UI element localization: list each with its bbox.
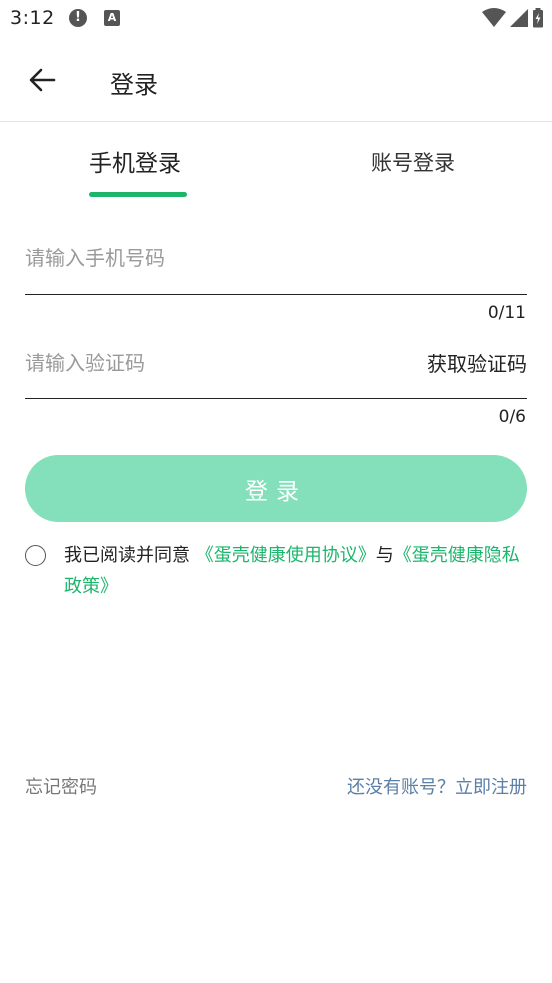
code-field: 获取验证码 <box>25 345 527 399</box>
status-icons <box>482 7 544 29</box>
battery-icon <box>533 8 543 28</box>
status-bar: 3:12 ! A <box>0 0 552 38</box>
wifi-icon <box>482 8 506 27</box>
phone-char-counter: 0/11 <box>487 303 526 323</box>
signal-icon <box>510 9 528 27</box>
phone-field <box>25 240 527 295</box>
back-button[interactable] <box>24 62 60 98</box>
arrow-left-icon <box>29 68 56 92</box>
login-tabs: 手机登录 账号登录 <box>0 122 552 198</box>
alert-icon: ! <box>69 9 87 27</box>
code-char-counter: 0/6 <box>498 407 526 427</box>
phone-input[interactable] <box>25 246 385 270</box>
status-time: 3:12 <box>10 7 55 29</box>
forgot-password-link[interactable]: 忘记密码 <box>25 773 97 799</box>
app-bar: 登录 <box>0 38 552 122</box>
tab-account-login[interactable]: 账号登录 <box>371 147 455 177</box>
a-notification-icon: A <box>104 10 120 26</box>
agreement-text: 我已阅读并同意 《蛋壳健康使用协议》与《蛋壳健康隐私政策》 <box>64 540 534 602</box>
verification-code-input[interactable] <box>25 351 385 375</box>
user-agreement-link[interactable]: 《蛋壳健康使用协议》 <box>196 545 376 566</box>
agreement-prefix: 我已阅读并同意 <box>64 545 190 566</box>
tab-active-indicator <box>89 192 187 197</box>
register-link[interactable]: 还没有账号？立即注册 <box>347 773 527 799</box>
page-title: 登录 <box>110 71 158 99</box>
agreement-checkbox[interactable] <box>25 545 46 566</box>
tab-phone-login[interactable]: 手机登录 <box>89 144 181 178</box>
agreement-joiner: 与 <box>375 545 394 566</box>
get-code-button[interactable]: 获取验证码 <box>427 348 527 377</box>
login-button[interactable]: 登录 <box>25 455 527 522</box>
